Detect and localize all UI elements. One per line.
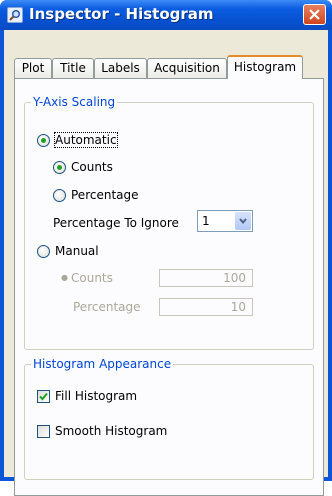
close-icon[interactable] xyxy=(303,4,326,25)
histogram-tab-panel: Y-Axis Scaling Automatic Counts Percenta… xyxy=(14,78,324,496)
fill-histogram-label[interactable]: Fill Histogram xyxy=(55,389,137,403)
percentage-to-ignore-label: Percentage To Ignore xyxy=(53,216,179,230)
histogram-appearance-group: Histogram Appearance Fill Histogram Smoo… xyxy=(24,357,314,480)
smooth-histogram-label[interactable]: Smooth Histogram xyxy=(55,424,167,438)
manual-counts-label: Counts xyxy=(71,271,113,285)
title-bar[interactable]: Inspector - Histogram xyxy=(0,0,332,30)
manual-percentage-field[interactable]: 10 xyxy=(159,298,253,316)
counts-label[interactable]: Counts xyxy=(71,160,113,174)
manual-counts-field[interactable]: 100 xyxy=(159,269,253,287)
checkmark-icon xyxy=(39,392,48,401)
window-title: Inspector - Histogram xyxy=(29,5,214,23)
fill-histogram-checkbox[interactable] xyxy=(37,390,50,403)
tab-plot[interactable]: Plot xyxy=(14,58,52,78)
manual-label[interactable]: Manual xyxy=(55,244,99,258)
percentage-label[interactable]: Percentage xyxy=(71,188,139,202)
y-axis-scaling-legend: Y-Axis Scaling xyxy=(31,95,118,109)
histogram-appearance-legend: Histogram Appearance xyxy=(31,357,174,371)
automatic-radio[interactable] xyxy=(37,134,50,147)
percentage-radio[interactable] xyxy=(53,189,66,202)
tab-title[interactable]: Title xyxy=(52,58,94,78)
inspector-window: Inspector - Histogram Plot Title Labels … xyxy=(0,0,332,496)
counts-radio[interactable] xyxy=(53,161,66,174)
tab-acquisition[interactable]: Acquisition xyxy=(147,58,227,78)
percentage-to-ignore-select[interactable]: 1 xyxy=(197,210,253,232)
tab-histogram[interactable]: Histogram xyxy=(227,55,303,79)
automatic-label[interactable]: Automatic xyxy=(54,132,118,148)
inspector-icon xyxy=(7,7,23,23)
tab-labels[interactable]: Labels xyxy=(94,58,147,78)
window-client: Plot Title Labels Acquisition Histogram … xyxy=(4,30,328,496)
smooth-histogram-checkbox[interactable] xyxy=(37,425,50,438)
percentage-to-ignore-value: 1 xyxy=(202,214,210,228)
manual-radio[interactable] xyxy=(37,245,50,258)
manual-percentage-label: Percentage xyxy=(73,300,141,314)
chevron-down-icon[interactable] xyxy=(235,212,251,230)
y-axis-scaling-group: Y-Axis Scaling Automatic Counts Percenta… xyxy=(24,95,314,350)
manual-counts-radio-dot: ● xyxy=(61,273,68,282)
